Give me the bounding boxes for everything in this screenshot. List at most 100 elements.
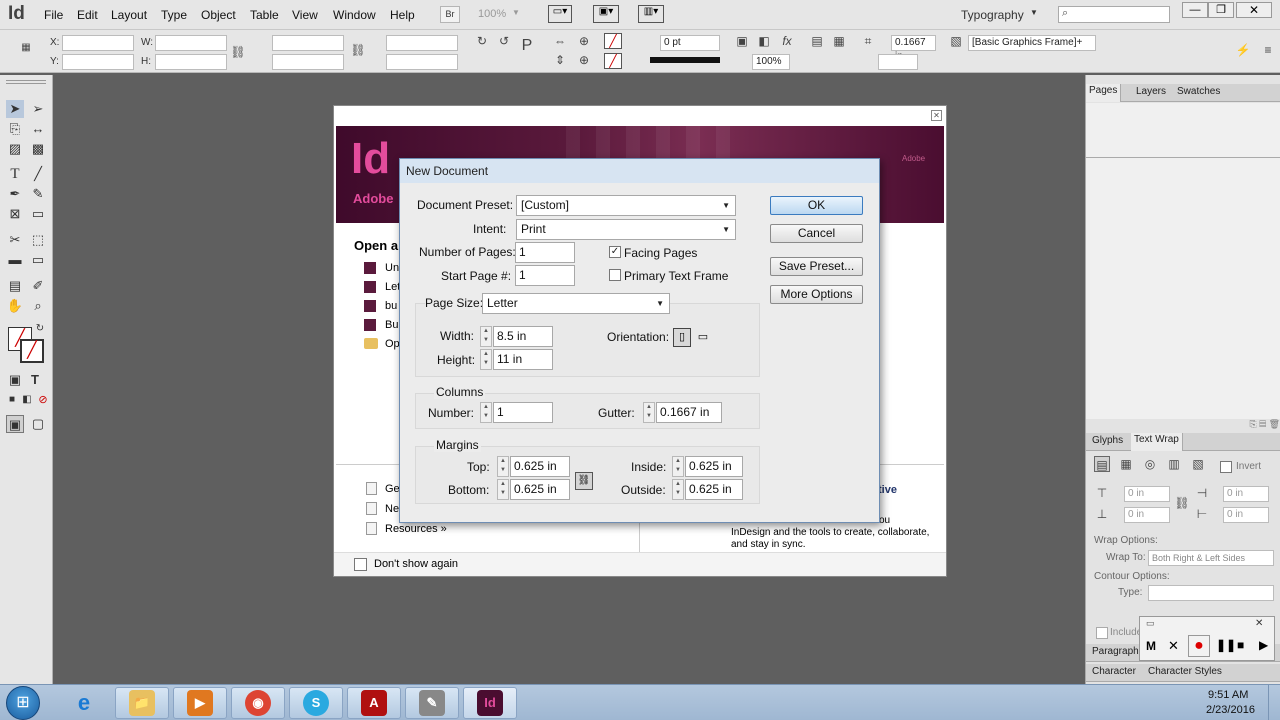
- restore-button[interactable]: ❐: [1208, 2, 1234, 18]
- portrait-icon[interactable]: ▯: [673, 328, 691, 347]
- width-field[interactable]: 8.5 in: [493, 326, 553, 347]
- taskbar-indesign[interactable]: Id: [463, 687, 517, 719]
- reference-point-icon[interactable]: ▦: [18, 40, 34, 56]
- apply-none-icon[interactable]: ⊘: [34, 391, 52, 409]
- zoom-level[interactable]: 100%: [478, 8, 506, 20]
- height-field[interactable]: 11 in: [493, 349, 553, 370]
- taskbar-explorer[interactable]: 📁: [115, 687, 169, 719]
- taskbar-chrome[interactable]: ◉: [231, 687, 285, 719]
- right-offset-field[interactable]: 0 in: [1223, 507, 1269, 523]
- ok-button[interactable]: OK: [770, 196, 863, 215]
- taskbar-tool[interactable]: ✎: [405, 687, 459, 719]
- select-next-icon[interactable]: ⊕: [576, 33, 592, 49]
- open-item[interactable]: Op: [385, 338, 400, 350]
- direct-selection-tool-icon[interactable]: ➢: [29, 100, 47, 118]
- recent-item[interactable]: bu: [385, 300, 397, 312]
- tab-character[interactable]: Character: [1092, 666, 1136, 677]
- tab-paragraph[interactable]: Paragraph: [1092, 646, 1139, 657]
- pencil-tool-icon[interactable]: ✎: [29, 185, 47, 203]
- new-features-link[interactable]: Ne: [385, 503, 399, 515]
- outside-stepper[interactable]: ▲ ▼: [672, 479, 684, 500]
- width-field[interactable]: [155, 35, 227, 51]
- recorder-cancel-icon[interactable]: ✕: [1168, 638, 1179, 654]
- intent-select[interactable]: Print ▼: [516, 219, 736, 240]
- include-inside-edges-checkbox[interactable]: [1096, 627, 1108, 639]
- menu-file[interactable]: File: [44, 8, 63, 22]
- fitting-icon[interactable]: ▣: [734, 33, 750, 49]
- play-icon[interactable]: ▶: [1259, 638, 1268, 652]
- tab-layers[interactable]: Layers: [1136, 86, 1166, 97]
- content-collector-icon[interactable]: ▨: [6, 140, 24, 158]
- bottom-offset-field[interactable]: 0 in: [1124, 507, 1170, 523]
- line-tool-icon[interactable]: ╱: [29, 165, 47, 183]
- columns-number-field[interactable]: 1: [493, 402, 553, 423]
- type-tool-icon[interactable]: T: [6, 165, 24, 183]
- top-margin-field[interactable]: 0.625 in: [510, 456, 570, 477]
- select-prev-icon[interactable]: ⊕: [576, 52, 592, 68]
- effects-icon[interactable]: fx: [779, 33, 795, 49]
- height-field[interactable]: [155, 54, 227, 70]
- primary-text-frame-checkbox[interactable]: [609, 269, 621, 281]
- preview-mode-icon[interactable]: ▢: [29, 415, 47, 433]
- close-button[interactable]: ✕: [1236, 2, 1272, 18]
- gutter-field[interactable]: 0.1667 in: [656, 402, 722, 423]
- lightning-icon[interactable]: ⚡: [1235, 42, 1251, 58]
- link-margins-icon[interactable]: ⛓: [575, 472, 593, 490]
- shear-field[interactable]: [386, 54, 458, 70]
- tab-text-wrap[interactable]: Text Wrap: [1131, 433, 1183, 451]
- zoom-tool-icon[interactable]: ⌕: [29, 297, 47, 315]
- wrap-bounding-box-icon[interactable]: ▦: [1118, 456, 1134, 472]
- minimize-button[interactable]: —: [1182, 2, 1208, 18]
- rectangle-frame-tool-icon[interactable]: ⊠: [6, 205, 24, 223]
- facing-pages-checkbox[interactable]: ✓: [609, 246, 621, 258]
- stop-icon[interactable]: ■: [1237, 638, 1244, 652]
- pages-field[interactable]: 1: [515, 242, 575, 263]
- recent-item[interactable]: Let: [385, 281, 400, 293]
- top-stepper[interactable]: ▲ ▼: [497, 456, 509, 477]
- tab-character-styles[interactable]: Character Styles: [1148, 666, 1222, 677]
- panel-menu-icon[interactable]: ≡: [1260, 42, 1276, 58]
- link-scale-icon[interactable]: ⛓: [350, 42, 366, 58]
- column-icon[interactable]: ⌗: [860, 33, 876, 49]
- stroke-weight-field[interactable]: 0 pt: [660, 35, 720, 51]
- scissors-tool-icon[interactable]: ✂: [6, 231, 24, 249]
- menu-help[interactable]: Help: [390, 8, 415, 22]
- menu-layout[interactable]: Layout: [111, 8, 147, 22]
- object-style-select[interactable]: [Basic Graphics Frame]+: [968, 35, 1096, 51]
- gradient-feather-tool-icon[interactable]: ▭: [29, 251, 47, 269]
- taskbar-ie[interactable]: e: [57, 687, 111, 719]
- fill-swatch-icon[interactable]: ╱: [604, 33, 622, 49]
- formatting-text-icon[interactable]: T: [26, 371, 44, 389]
- resources-link[interactable]: Resources »: [385, 523, 447, 535]
- invert-checkbox[interactable]: [1220, 461, 1232, 473]
- tab-swatches[interactable]: Swatches: [1177, 86, 1220, 97]
- dropdown-field[interactable]: [878, 54, 918, 70]
- record-icon[interactable]: ●: [1188, 635, 1210, 657]
- start-page-field[interactable]: 1: [515, 265, 575, 286]
- selection-container-icon[interactable]: P: [519, 38, 535, 54]
- menu-table[interactable]: Table: [250, 8, 279, 22]
- contour-type-select[interactable]: [1148, 585, 1274, 601]
- dont-show-again-checkbox[interactable]: [354, 558, 367, 571]
- fitting-icon[interactable]: ◧: [756, 33, 772, 49]
- selection-tool-icon[interactable]: ➤: [6, 100, 24, 118]
- gradient-swatch-tool-icon[interactable]: ▬: [6, 251, 24, 269]
- text-wrap-icon[interactable]: ▦: [831, 33, 847, 49]
- inside-margin-field[interactable]: 0.625 in: [685, 456, 743, 477]
- recent-item[interactable]: Bu: [385, 319, 398, 331]
- more-options-button[interactable]: More Options: [770, 285, 863, 304]
- constrain-proportions-icon[interactable]: ⛓: [230, 44, 246, 60]
- bottom-stepper[interactable]: ▲ ▼: [497, 479, 509, 500]
- gap-tool-icon[interactable]: ↔: [29, 120, 47, 138]
- link-offsets-icon[interactable]: ⛓: [1174, 495, 1190, 511]
- pause-icon[interactable]: ❚❚: [1216, 638, 1236, 652]
- width-stepper[interactable]: ▲ ▼: [480, 326, 492, 347]
- rotate-cw-icon[interactable]: ↻: [474, 33, 490, 49]
- taskbar-media[interactable]: ▶: [173, 687, 227, 719]
- menu-window[interactable]: Window: [333, 8, 376, 22]
- flip-vertical-icon[interactable]: ⇕: [552, 52, 568, 68]
- scale-x-field[interactable]: [272, 35, 344, 51]
- no-wrap-icon[interactable]: ▤: [1094, 456, 1110, 472]
- menu-object[interactable]: Object: [201, 8, 236, 22]
- close-icon[interactable]: ✕: [1255, 618, 1263, 629]
